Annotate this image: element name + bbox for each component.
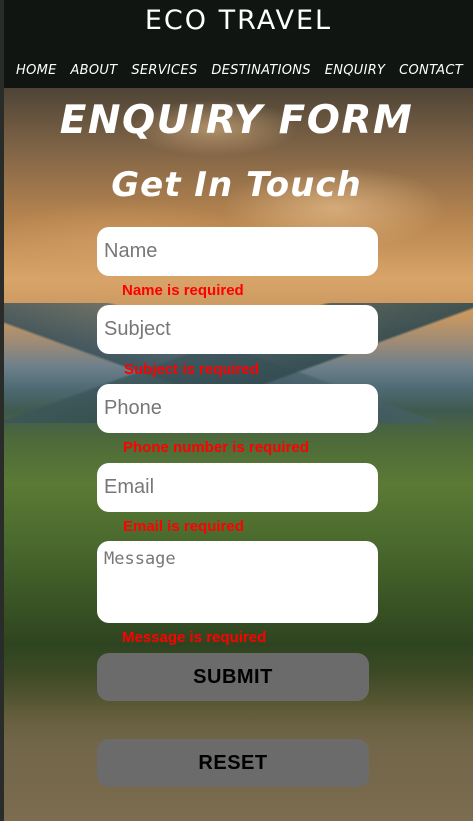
subject-error: Subject is required <box>124 361 260 378</box>
message-textarea[interactable] <box>97 541 378 623</box>
email-input[interactable] <box>97 463 378 512</box>
submit-button[interactable]: SUBMIT <box>97 653 369 701</box>
name-input[interactable] <box>97 227 378 276</box>
site-title: ECO TRAVEL <box>144 5 333 36</box>
reset-button[interactable]: RESET <box>97 739 369 787</box>
form-subtitle: Get In Touch <box>111 165 362 205</box>
nav-item-destinations[interactable]: DESTINATIONS <box>211 63 311 78</box>
nav-item-about[interactable]: ABOUT <box>70 63 117 78</box>
name-error: Name is required <box>122 282 244 299</box>
nav-item-contact[interactable]: CONTACT <box>399 63 463 78</box>
main-nav: HOME ABOUT SERVICES DESTINATIONS ENQUIRY… <box>4 63 473 78</box>
phone-error: Phone number is required <box>123 439 309 456</box>
nav-item-enquiry[interactable]: ENQUIRY <box>325 63 386 78</box>
message-error: Message is required <box>122 629 267 646</box>
phone-input[interactable] <box>97 384 378 433</box>
email-error: Email is required <box>123 518 244 535</box>
site-header: ECO TRAVEL HOME ABOUT SERVICES DESTINATI… <box>4 0 473 88</box>
subject-input[interactable] <box>97 305 378 354</box>
form-title: ENQUIRY FORM <box>59 98 414 143</box>
nav-item-services[interactable]: SERVICES <box>131 63 197 78</box>
nav-item-home[interactable]: HOME <box>16 63 57 78</box>
